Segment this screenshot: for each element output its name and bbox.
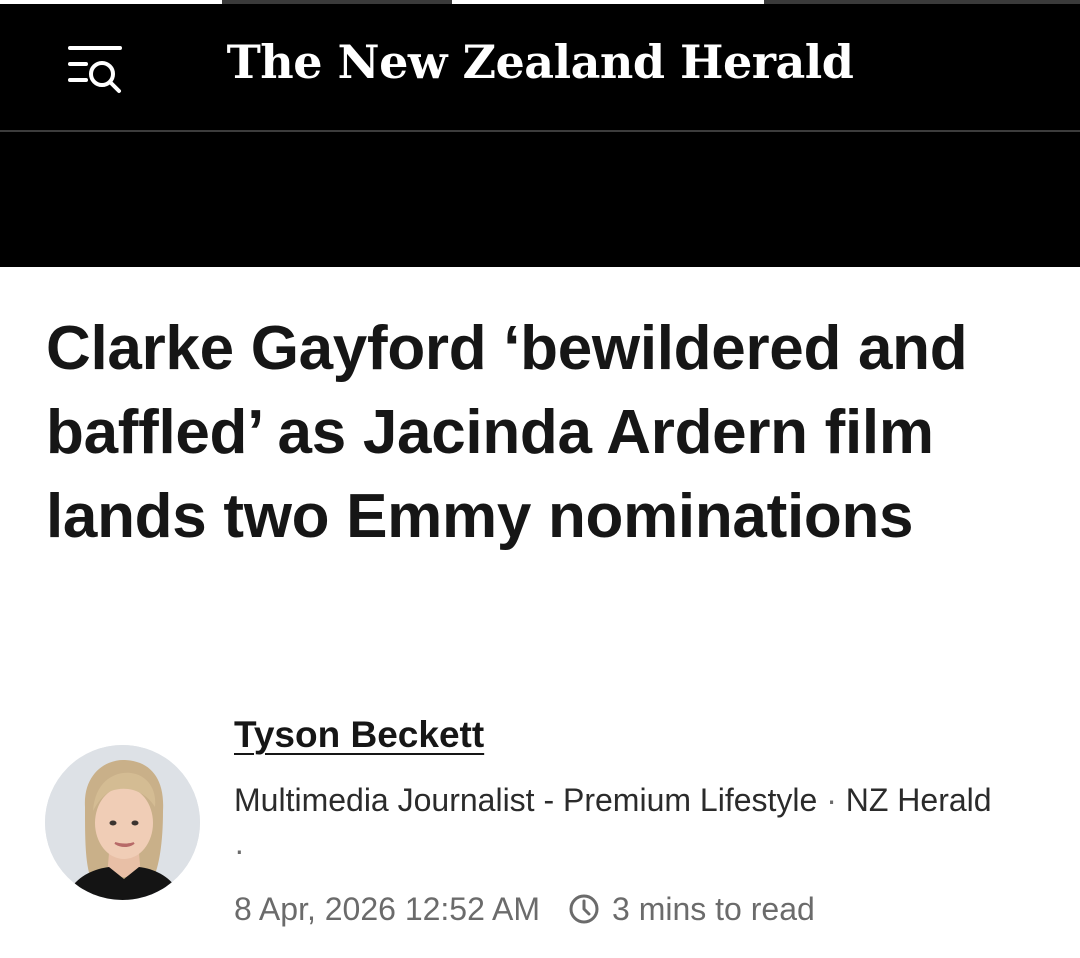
article-headline: Clarke Gayford ‘bewildered and baffled’ … — [46, 314, 968, 551]
separator-dot: · — [826, 782, 837, 818]
article: Clarke Gayford ‘bewildered and baffled’ … — [0, 267, 1080, 958]
author-name-link[interactable]: Tyson Beckett — [234, 713, 484, 757]
byline: Tyson Beckett Multimedia Journalist - Pr… — [0, 707, 1080, 958]
author-portrait — [45, 745, 200, 900]
author-publication: NZ Herald — [845, 782, 992, 818]
separator-dot: · — [234, 832, 245, 868]
read-time: 3 mins to read — [612, 891, 815, 927]
banner-ad-slot — [0, 134, 1080, 267]
site-logo[interactable]: The New Zealand Herald — [0, 30, 1080, 94]
top-bar: The New Zealand Herald — [0, 0, 1080, 267]
publish-date: 8 Apr, 2026 12:52 AM — [234, 891, 541, 927]
author-role: Multimedia Journalist - Premium Lifestyl… — [234, 775, 994, 875]
article-meta: 8 Apr, 2026 12:52 AM 3 mins to read — [234, 887, 815, 931]
author-role-title: Multimedia Journalist - Premium Lifestyl… — [234, 782, 818, 818]
author-avatar[interactable] — [45, 745, 200, 900]
masthead: The New Zealand Herald — [0, 4, 1080, 132]
clock-icon — [569, 894, 599, 924]
